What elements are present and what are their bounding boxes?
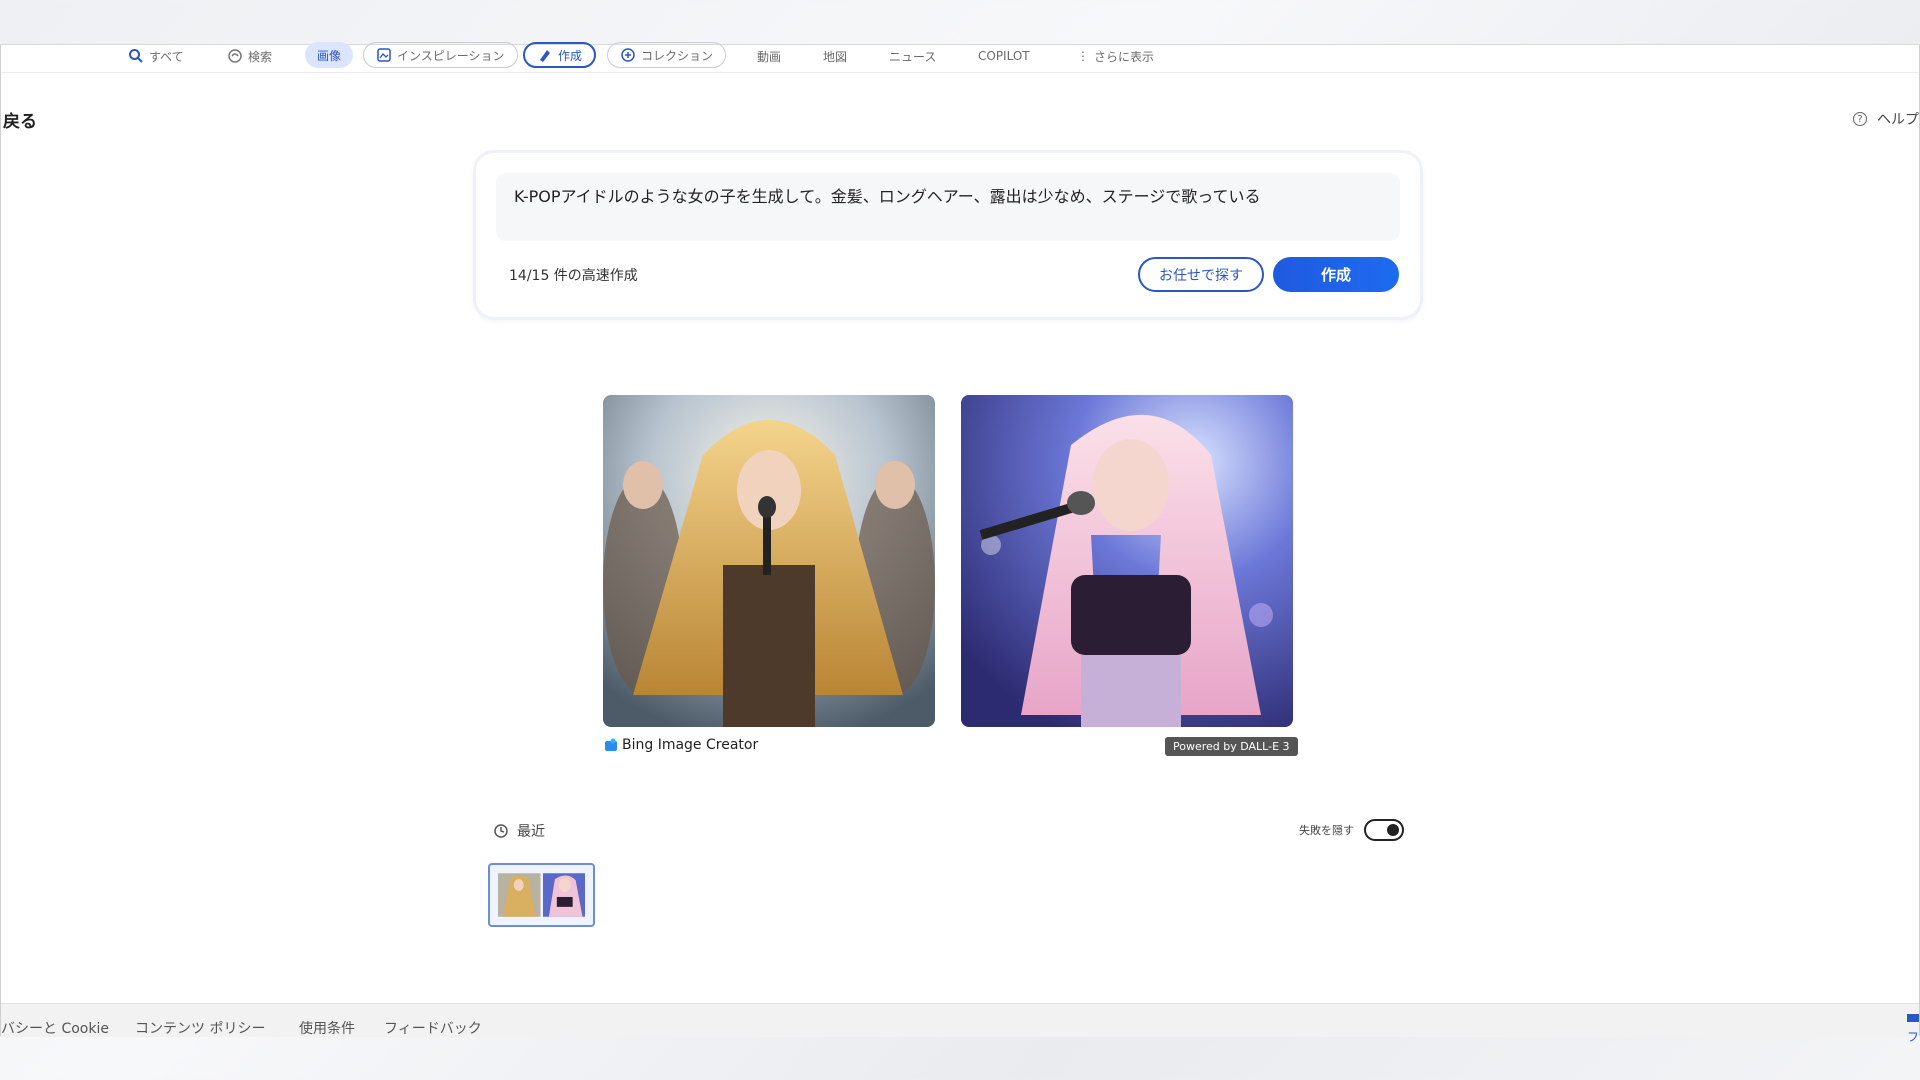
- feedback-icon: [1907, 1014, 1919, 1022]
- create-button[interactable]: 作成: [1273, 257, 1399, 292]
- nav-inspiration[interactable]: インスピレーション: [363, 42, 518, 68]
- powered-by-badge: Powered by DALL-E 3: [1165, 737, 1298, 756]
- nav-create-label: 作成: [558, 48, 583, 63]
- recent-thumb-2: [542, 873, 585, 917]
- generated-image-1-art: [603, 395, 935, 727]
- collection-icon: [621, 48, 635, 62]
- help-label: ヘルプ: [1877, 112, 1919, 128]
- hide-failures-label: 失敗を隠す: [1299, 824, 1354, 837]
- top-nav: すべて 検索 画像 インスピレーション 作成 コレクション 動画 地図 ニュース: [1, 42, 1919, 73]
- copilot-icon: [228, 49, 242, 63]
- nav-all[interactable]: すべて: [128, 45, 184, 67]
- nav-news-label: ニュース: [889, 49, 937, 64]
- search-icon: [129, 49, 143, 63]
- help-link[interactable]: ? ヘルプ: [1853, 109, 1919, 129]
- nav-copilot[interactable]: COPILOT: [978, 45, 1030, 67]
- nav-collection-label: コレクション: [641, 48, 714, 63]
- boost-quota: 14/15 件の高速作成: [509, 268, 638, 284]
- nav-images-label: 画像: [317, 48, 342, 63]
- nav-more-label: さらに表示: [1094, 49, 1155, 64]
- creator-credit[interactable]: Bing Image Creator: [604, 737, 758, 753]
- generated-image-2[interactable]: [961, 395, 1293, 727]
- nav-search[interactable]: 検索: [227, 45, 272, 67]
- surprise-me-button[interactable]: お任せで探す: [1138, 257, 1264, 292]
- nav-maps-label: 地図: [823, 49, 848, 64]
- footer-link-content-policy[interactable]: コンテンツ ポリシー: [135, 1018, 265, 1038]
- page-footer: バシーと Cookie コンテンツ ポリシー 使用条件 フィードバック フィード…: [1, 1003, 1920, 1044]
- inspiration-icon: [377, 48, 391, 62]
- generated-image-2-art: [961, 395, 1293, 727]
- bing-image-creator-icon: [605, 738, 617, 751]
- footer-link-privacy[interactable]: バシーと Cookie: [1, 1018, 109, 1038]
- toggle-knob: [1387, 824, 1399, 836]
- nav-video[interactable]: 動画: [757, 45, 781, 67]
- nav-create[interactable]: 作成: [523, 42, 597, 68]
- nav-collection[interactable]: コレクション: [607, 42, 727, 68]
- nav-inspiration-label: インスピレーション: [397, 48, 505, 63]
- recent-item-thumbnail[interactable]: [488, 863, 595, 927]
- nav-maps[interactable]: 地図: [823, 45, 847, 67]
- create-icon: [540, 50, 550, 62]
- nav-all-label: すべて: [149, 49, 184, 64]
- prompt-input[interactable]: K-POPアイドルのような女の子を生成して。金髪、ロングヘアー、露出は少なめ、ス…: [496, 173, 1400, 241]
- recent-label: 最近: [517, 824, 545, 840]
- recent-header: 最近: [493, 821, 545, 841]
- recent-thumb-1: [498, 873, 541, 917]
- nav-news[interactable]: ニュース: [889, 45, 936, 67]
- feedback-button-label: フィードバ: [1907, 1030, 1920, 1044]
- help-icon: ?: [1853, 112, 1867, 126]
- feedback-button[interactable]: フィードバ: [1907, 1014, 1920, 1044]
- footer-link-feedback[interactable]: フィードバック: [384, 1018, 482, 1038]
- nav-search-label: 検索: [248, 49, 273, 64]
- browser-content: すべて 検索 画像 インスピレーション 作成 コレクション 動画 地図 ニュース: [0, 42, 1920, 1044]
- hide-failures-control: 失敗を隠す: [1299, 819, 1404, 841]
- history-icon: [494, 824, 508, 838]
- more-vertical-icon: ⋮: [1077, 49, 1089, 63]
- nav-copilot-label: COPILOT: [978, 49, 1030, 63]
- nav-more[interactable]: ⋮ さらに表示: [1077, 45, 1154, 67]
- nav-images[interactable]: 画像: [305, 42, 354, 68]
- back-link[interactable]: 戻る: [3, 107, 37, 132]
- creator-label: Bing Image Creator: [622, 737, 759, 753]
- footer-link-terms[interactable]: 使用条件: [299, 1018, 355, 1038]
- prompt-card: K-POPアイドルのような女の子を生成して。金髪、ロングヘアー、露出は少なめ、ス…: [476, 153, 1420, 317]
- nav-video-label: 動画: [757, 49, 782, 64]
- generated-image-1[interactable]: [603, 395, 935, 727]
- hide-failures-toggle[interactable]: [1364, 819, 1404, 841]
